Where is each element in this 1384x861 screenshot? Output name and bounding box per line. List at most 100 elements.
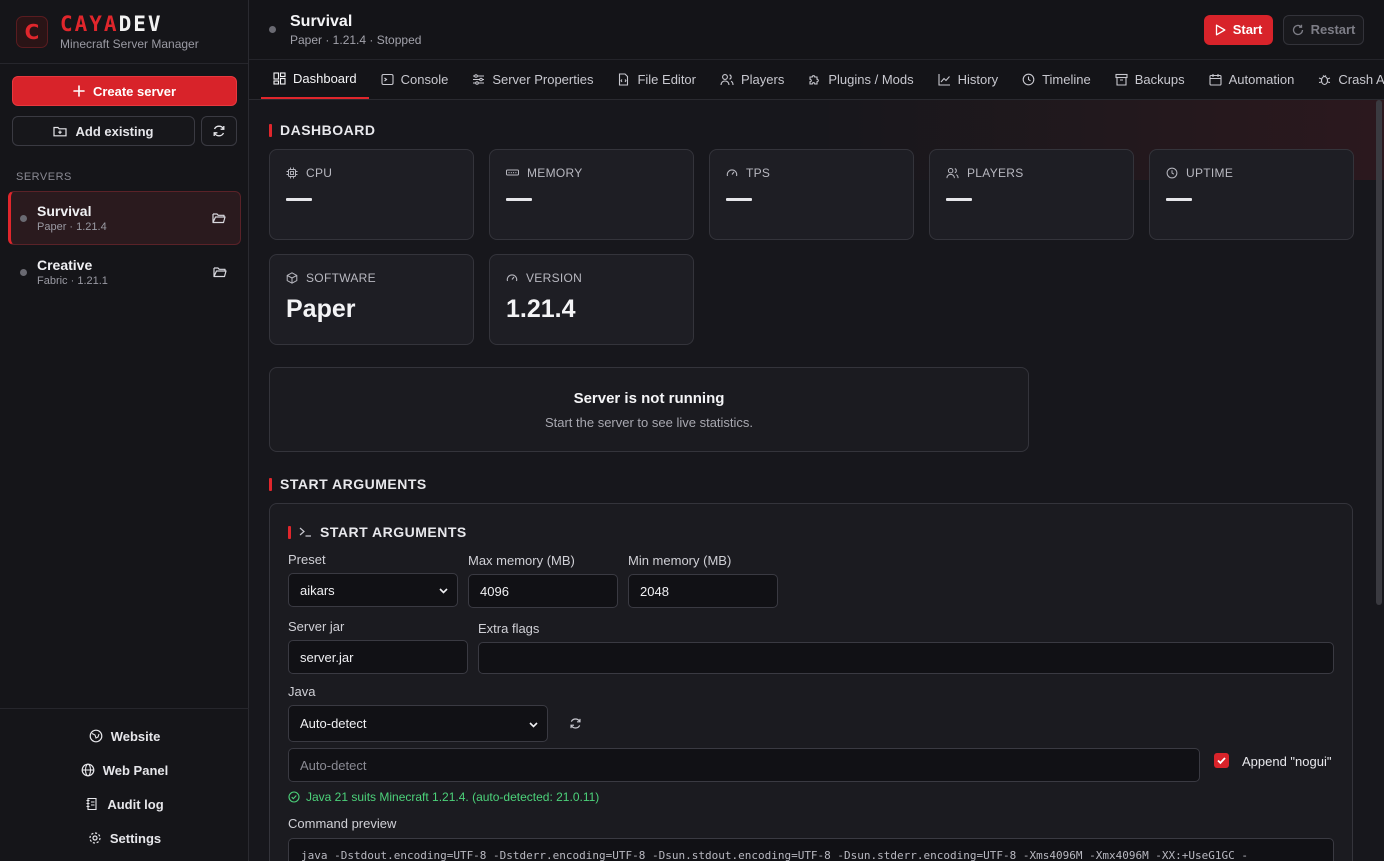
open-folder-icon[interactable] [212,212,226,224]
gauge-icon [726,169,738,177]
min-memory-input[interactable]: 2048 [628,574,778,608]
restart-button[interactable]: Restart [1283,14,1364,45]
nogui-label: Append "nogui" [1242,754,1332,769]
tab-plugins-mods[interactable]: Plugins / Mods [796,60,925,99]
refresh-servers-button[interactable] [201,116,237,146]
cpu-value-empty [286,198,312,201]
server-subtitle: Paper · 1.21.4 · Stopped [290,32,422,47]
stat-card-cpu: CPU [269,149,474,240]
tab-timeline[interactable]: Timeline [1010,60,1103,99]
open-folder-icon[interactable] [213,266,227,278]
settings-link[interactable]: Settings [0,821,249,855]
logo: C [16,15,48,48]
status-dot [269,26,276,33]
server-item-creative[interactable]: Creative Fabric · 1.21.1 [8,245,241,299]
min-memory-label: Min memory (MB) [628,553,732,568]
tab-server-properties[interactable]: Server Properties [460,60,605,99]
brand: C CAYADEV Minecraft Server Manager [0,0,248,64]
max-memory-input[interactable]: 4096 [468,574,618,608]
tab-crash-analyzer[interactable]: Crash Ana [1306,60,1384,99]
website-link[interactable]: Website [0,719,249,753]
memory-icon [506,169,519,176]
chevron-down-icon [439,588,448,594]
clock-icon [1022,73,1035,85]
globe-icon [81,763,95,777]
tab-backups[interactable]: Backups [1103,60,1197,99]
start-button[interactable]: Start [1204,14,1273,45]
java-status: Java 21 suits Minecraft 1.21.4. (auto-de… [288,790,599,804]
version-value: 1.21.4 [506,295,576,323]
info-card-version: VERSION 1.21.4 [489,254,694,345]
folder-plus-icon [53,126,68,137]
stat-card-tps: TPS [709,149,914,240]
tab-history[interactable]: History [926,60,1010,99]
check-icon [1217,757,1226,765]
scrollbar[interactable] [1376,100,1382,605]
users-icon [720,73,734,85]
puzzle-icon [809,74,820,85]
memory-value-empty [506,198,532,201]
plus-icon [73,85,85,97]
tab-players[interactable]: Players [708,60,796,99]
sliders-icon [473,73,485,85]
bug-icon [1319,74,1331,85]
stat-grid: CPU MEMORY TPS PLAYERS UPTIME SOFTWARE P… [269,149,1354,345]
tab-file-editor[interactable]: File Editor [605,60,708,99]
start-arguments-card-title: START ARGUMENTS [288,524,467,540]
start-arguments-card: START ARGUMENTS Preset aikars Max memory… [269,503,1353,861]
restart-icon [1292,24,1303,35]
server-jar-label: Server jar [288,619,345,634]
file-code-icon [619,72,629,86]
archive-icon [1115,73,1128,86]
play-icon [1215,24,1226,35]
server-not-running-notice: Server is not running Start the server t… [269,367,1029,452]
chevron-down-icon [529,722,538,728]
audit-log-link[interactable]: Audit log [0,787,249,821]
main-panel: Survival Paper · 1.21.4 · Stopped Start … [249,0,1384,861]
java-path-input[interactable]: Auto-detect [288,748,1200,782]
add-existing-button[interactable]: Add existing [12,116,195,146]
tab-automation[interactable]: Automation [1197,60,1307,99]
gauge-icon [506,274,518,282]
refresh-java-icon[interactable] [569,717,582,730]
extra-flags-input[interactable] [478,642,1334,674]
terminal-icon [381,73,394,85]
preset-label: Preset [288,552,326,567]
uptime-value-empty [1166,198,1192,201]
java-select[interactable]: Auto-detect [288,705,548,742]
nogui-checkbox[interactable] [1214,753,1229,768]
command-preview: java -Dstdout.encoding=UTF-8 -Dstderr.en… [288,838,1334,861]
create-server-button[interactable]: Create server [12,76,237,106]
max-memory-label: Max memory (MB) [468,553,575,568]
preset-select[interactable]: aikars [288,573,458,607]
info-card-software: SOFTWARE Paper [269,254,474,345]
start-arguments-section-title: START ARGUMENTS [269,476,427,492]
users-icon [946,167,959,179]
terminal-prompt-icon [299,527,311,537]
server-title: Survival [290,12,353,30]
software-value: Paper [286,295,356,323]
gear-icon [89,832,101,844]
tab-bar: Dashboard Console Server Properties File… [249,60,1384,100]
dashboard-icon [273,71,286,85]
globe-alt-icon [89,729,103,743]
chart-icon [938,73,950,86]
check-circle-icon [288,791,300,803]
dashboard-section-title: DASHBOARD [269,122,376,138]
tps-value-empty [726,198,752,201]
status-dot [20,268,27,276]
java-label: Java [288,684,316,699]
tab-console[interactable]: Console [369,60,461,99]
calendar-icon [1209,73,1222,86]
brand-name: CAYADEV [60,11,163,36]
stat-card-players: PLAYERS [929,149,1134,240]
stat-card-uptime: UPTIME [1149,149,1354,240]
web-panel-link[interactable]: Web Panel [0,753,249,787]
cpu-icon [286,167,298,179]
clock-icon [1166,167,1178,179]
tab-dashboard[interactable]: Dashboard [261,60,369,99]
sidebar-footer: Website Web Panel Audit log Settings [0,708,249,855]
server-item-survival[interactable]: Survival Paper · 1.21.4 [8,191,241,245]
server-jar-input[interactable]: server.jar [288,640,468,674]
box-icon [286,272,298,284]
